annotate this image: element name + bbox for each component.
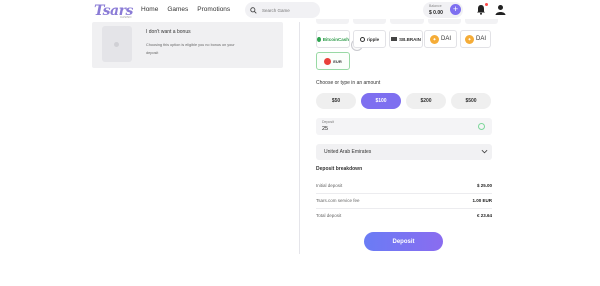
country-select[interactable]: United Arab Emirates — [316, 144, 492, 160]
column-divider — [299, 22, 300, 254]
breakdown-value: € 23.64 — [476, 213, 492, 218]
eur-icon — [324, 57, 332, 65]
bell-icon[interactable] — [476, 4, 486, 15]
balance-value: $ 0.00 — [429, 10, 443, 16]
sb-icon — [391, 37, 398, 41]
bonus-title: I don't want a bonus — [146, 29, 191, 35]
deposit-button[interactable]: Deposit — [364, 232, 443, 251]
bonus-image — [102, 26, 132, 62]
method-dai[interactable]: ◈ DAI — [424, 30, 457, 48]
breakdown-label: Initial deposit — [316, 183, 343, 188]
method-label: DAI — [475, 36, 486, 42]
breakdown-value: $ 25.00 — [476, 183, 492, 188]
deposit-field-label: Deposit — [322, 120, 334, 124]
breakdown-label: Tsars.com service fee — [316, 198, 360, 203]
logo-subtitle: CASINO — [120, 15, 132, 19]
dai-icon: ◈ — [464, 34, 474, 44]
dai-icon: ◈ — [429, 34, 439, 44]
method-sb[interactable]: SB.BRAIN — [389, 30, 423, 48]
ripple-icon — [359, 36, 365, 42]
search-icon — [250, 6, 257, 14]
search-box[interactable] — [245, 2, 320, 18]
method-label: ripple — [366, 36, 380, 42]
deposit-field-value[interactable]: 25 — [322, 126, 328, 132]
country-value: United Arab Emirates — [324, 149, 372, 155]
valid-check-icon — [478, 123, 485, 130]
breakdown-row: Total deposit € 23.64 — [316, 210, 492, 224]
nav-home[interactable]: Home — [141, 6, 158, 13]
deposit-amount-field[interactable]: Deposit 25 — [316, 118, 492, 135]
breakdown-title: Deposit breakdown — [316, 166, 363, 172]
breakdown-value: 1.00 EUR — [472, 198, 492, 203]
breakdown-row: Tsars.com service fee 1.00 EUR — [316, 195, 492, 209]
nav-games[interactable]: Games — [167, 6, 188, 13]
top-bar: Tsars CASINO Home Games Promotions Balan… — [0, 0, 600, 22]
nav-promotions[interactable]: Promotions — [197, 6, 230, 13]
amount-option-50[interactable]: $50 — [316, 93, 356, 109]
method-dai-2[interactable]: ◈ DAI — [460, 30, 491, 48]
no-bonus-option[interactable]: I don't want a bonus Choosing this optio… — [92, 22, 363, 68]
user-icon[interactable] — [495, 4, 506, 15]
notification-dot — [485, 3, 488, 6]
method-bitcoin-cash[interactable]: BitcoinCash — [316, 30, 350, 48]
amount-option-500[interactable]: $500 — [451, 93, 491, 109]
search-input[interactable] — [262, 7, 317, 13]
breakdown-label: Total deposit — [316, 213, 342, 218]
add-funds-button[interactable]: + — [450, 4, 461, 15]
amount-option-100[interactable]: $100 — [361, 93, 401, 109]
amount-title: Choose or type in an amount — [316, 80, 381, 86]
amount-option-200[interactable]: $200 — [406, 93, 446, 109]
breakdown-row: Initial deposit $ 25.00 — [316, 180, 492, 194]
bitcoin-cash-icon — [317, 36, 321, 42]
chevron-down-icon — [481, 149, 488, 154]
method-ripple[interactable]: ripple — [353, 30, 386, 48]
method-label: EUR — [333, 58, 342, 64]
main-nav: Home Games Promotions — [141, 6, 230, 13]
bonus-description: Choosing this option is eligible you no … — [146, 43, 235, 55]
method-label: SB.BRAIN — [399, 36, 421, 42]
method-label: DAI — [440, 36, 451, 42]
method-eur[interactable]: EUR — [316, 52, 350, 70]
balance-label: Balance — [429, 4, 442, 8]
method-label: BitcoinCash — [322, 36, 349, 42]
